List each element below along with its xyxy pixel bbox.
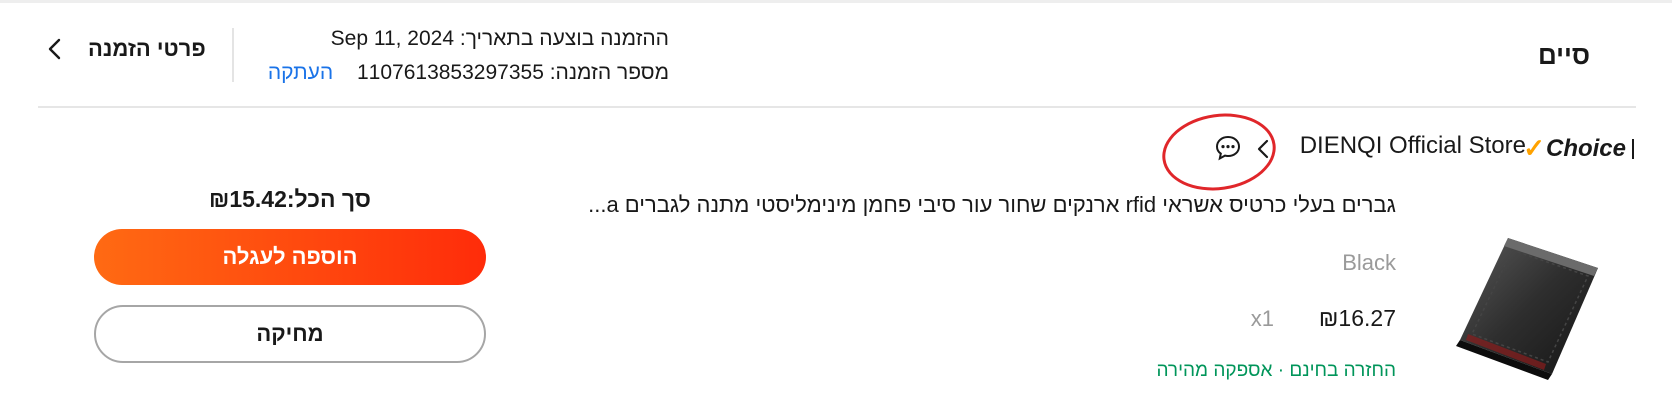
- product-price: ₪16.27: [1318, 305, 1396, 331]
- order-date-label: ההזמנה בוצעה בתאריך:: [459, 27, 669, 50]
- checkmark-icon: ✓: [1523, 133, 1545, 163]
- product-quantity: x1: [1250, 306, 1274, 331]
- product-variant: Black: [1342, 250, 1396, 275]
- order-number-line: מספר הזמנה: 1107613853297355 העתקה: [268, 56, 669, 90]
- order-status: סיים: [1537, 40, 1590, 70]
- order-details-label: פרטי הזמנה: [88, 36, 206, 61]
- order-details-button[interactable]: פרטי הזמנה: [44, 36, 206, 62]
- product-title[interactable]: גברים בעלי כרטיס אשראי rfid ארנקים שחור …: [588, 192, 1396, 218]
- add-to-cart-button[interactable]: הוספה לעגלה: [94, 229, 486, 285]
- order-total: סך הכל:₪15.42: [209, 186, 371, 212]
- order-number-label: מספר הזמנה:: [549, 61, 669, 84]
- choice-separator: [1632, 138, 1634, 159]
- wallet-product-image[interactable]: [1448, 222, 1604, 382]
- copy-order-number-link[interactable]: העתקה: [268, 61, 333, 84]
- annotation-circle: [1157, 106, 1281, 198]
- section-divider: [38, 106, 1636, 108]
- order-number: 1107613853297355: [357, 61, 544, 84]
- top-border: [0, 0, 1672, 3]
- chevron-left-icon: [48, 38, 61, 60]
- delete-button[interactable]: מחיקה: [94, 305, 486, 363]
- choice-badge-label: Choice: [1545, 134, 1626, 162]
- shipping-badges: החזרה בחינם · אספקה מהירה: [1156, 360, 1396, 381]
- order-meta: ההזמנה בוצעה בתאריך: Sep 11, 2024 מספר ה…: [268, 22, 669, 90]
- order-date-line: ההזמנה בוצעה בתאריך: Sep 11, 2024: [268, 22, 669, 56]
- header-divider: [232, 28, 234, 82]
- store-name-link[interactable]: DIENQI Official Store: [1300, 132, 1526, 160]
- choice-badge: ✓ Choice: [1523, 133, 1634, 164]
- order-date: Sep 11, 2024: [330, 27, 455, 50]
